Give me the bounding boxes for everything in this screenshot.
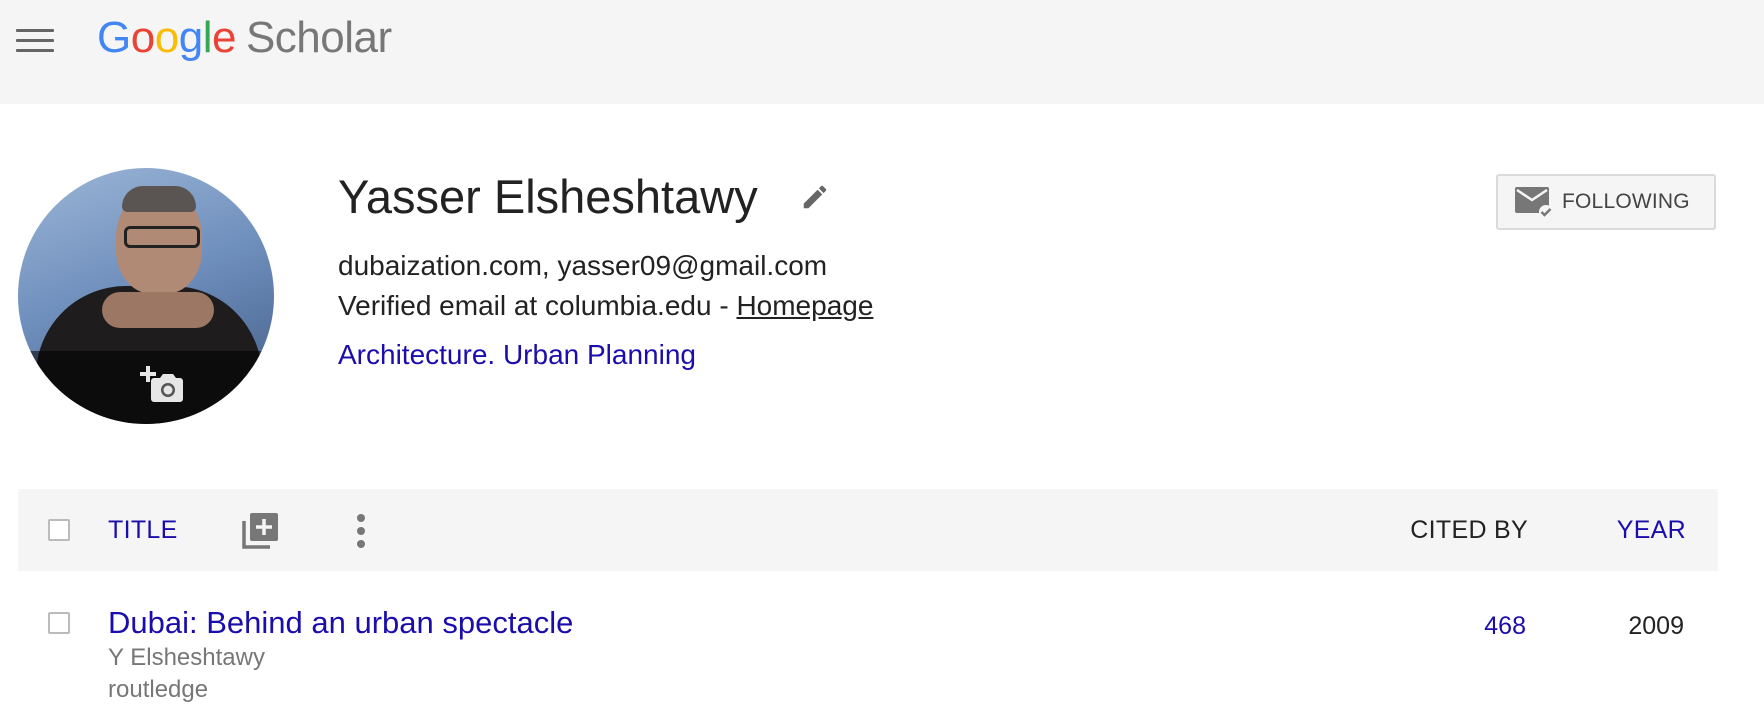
edit-pencil-icon[interactable]: [800, 182, 830, 212]
research-interests-link[interactable]: Architecture. Urban Planning: [338, 337, 696, 373]
articles-table-header: TITLE CITED BY YEAR: [18, 489, 1718, 571]
following-label: FOLLOWING: [1562, 190, 1690, 213]
logo-letter: o: [154, 13, 179, 62]
photo-glasses: [124, 226, 200, 248]
article-venue: routledge: [108, 676, 209, 703]
logo-letter: e: [211, 13, 236, 62]
article-title-link[interactable]: Dubai: Behind an urban spectacle: [108, 603, 573, 643]
more-options-icon[interactable]: [354, 511, 368, 551]
menu-line: [16, 28, 54, 32]
article-authors: Y Elsheshtawy: [108, 644, 265, 671]
menu-line: [16, 38, 54, 42]
sort-by-year-header[interactable]: YEAR: [1617, 489, 1686, 571]
mail-check-icon: [1515, 187, 1553, 219]
photo-hair: [122, 186, 196, 212]
hamburger-menu-icon[interactable]: [16, 22, 62, 58]
logo-letter: G: [97, 13, 131, 62]
sort-by-title-header[interactable]: TITLE: [108, 489, 178, 571]
google-scholar-logo[interactable]: Google Scholar: [97, 10, 392, 66]
verified-email-line: Verified email at columbia.edu - Homepag…: [338, 288, 873, 324]
verified-email-text: Verified email at columbia.edu -: [338, 290, 737, 321]
logo-product-name: Scholar: [245, 13, 392, 62]
select-all-checkbox[interactable]: [48, 519, 70, 541]
profile-photo[interactable]: [18, 168, 274, 424]
photo-hands: [102, 292, 214, 328]
cited-by-header: CITED BY: [1410, 516, 1528, 544]
profile-affiliation: dubaization.com, yasser09@gmail.com: [338, 250, 828, 281]
row-select-checkbox[interactable]: [48, 612, 70, 634]
logo-letter: o: [130, 13, 155, 62]
following-button[interactable]: FOLLOWING: [1496, 174, 1716, 230]
article-year: 2009: [1628, 612, 1684, 640]
profile-name: Yasser Elsheshtawy: [338, 170, 758, 223]
add-photo-camera-icon[interactable]: [140, 364, 184, 404]
homepage-link[interactable]: Homepage: [736, 290, 873, 321]
logo-letter: g: [178, 13, 203, 62]
logo-letter: l: [202, 13, 213, 62]
menu-line: [16, 48, 54, 52]
add-article-icon[interactable]: [240, 511, 280, 551]
top-bar: Google Scholar: [0, 0, 1764, 104]
cited-by-count-link[interactable]: 468: [1484, 608, 1526, 644]
